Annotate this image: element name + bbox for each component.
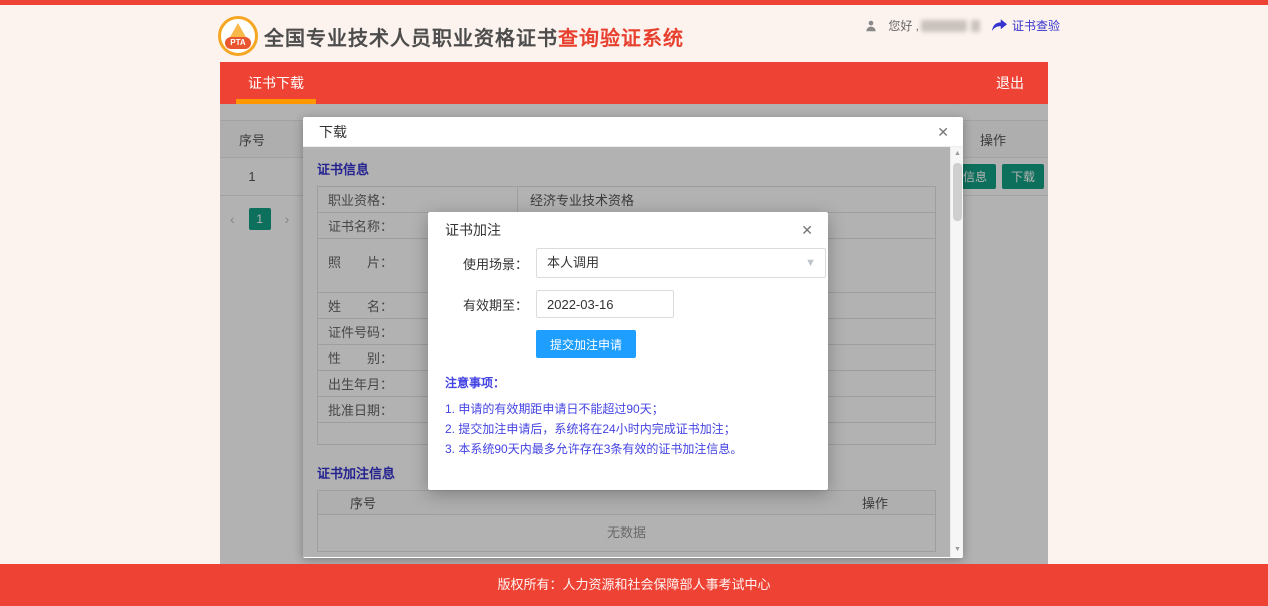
expiry-label: 有效期至： xyxy=(428,295,528,314)
note-item-1: 1. 申请的有效期距申请日不能超过90天； xyxy=(445,399,828,419)
chevron-down-icon: ▼ xyxy=(805,249,816,277)
expiry-row: 有效期至： xyxy=(428,290,828,318)
download-modal: 下载 ✕ 证书信息 职业资格： 经济专业技术资格 证书名称： 助理人力资源管理师… xyxy=(303,117,963,558)
page-title-main: 全国专业技术人员职业资格证书 xyxy=(264,28,558,50)
download-modal-title: 下载 xyxy=(319,124,347,140)
scene-selected-value: 本人调用 xyxy=(547,255,599,270)
scene-row: 使用场景： 本人调用 ▼ xyxy=(428,248,828,278)
annotation-modal-close-icon[interactable]: ✕ xyxy=(801,212,813,248)
page-header: PTA 全国专业技术人员职业资格证书查询验证系统 您好 , 证书查验 xyxy=(0,5,1268,62)
user-icon xyxy=(864,19,878,33)
note-item-2: 2. 提交加注申请后，系统将在24小时内完成证书加注； xyxy=(445,419,828,439)
logo-badge: PTA xyxy=(225,37,251,49)
footer: 版权所有：人力资源和社会保障部人事考试中心 xyxy=(0,564,1268,606)
notes-section: 注意事项： 1. 申请的有效期距申请日不能超过90天； 2. 提交加注申请后，系… xyxy=(445,374,828,459)
tab-certificate-download[interactable]: 证书下载 xyxy=(220,62,332,104)
copyright-text: 版权所有：人力资源和社会保障部人事考试中心 xyxy=(497,577,770,592)
modal-scrollbar[interactable]: ▲ ▼ xyxy=(950,147,963,557)
expiry-date-input[interactable] xyxy=(536,290,674,318)
page-title: 全国专业技术人员职业资格证书查询验证系统 xyxy=(264,22,684,51)
certificate-verify-link[interactable]: 证书查验 xyxy=(1012,17,1060,34)
submit-annotation-button[interactable]: 提交加注申请 xyxy=(536,330,636,358)
logout-button[interactable]: 退出 xyxy=(972,62,1048,104)
scrollbar-down-icon[interactable]: ▼ xyxy=(951,543,963,557)
redacted-username xyxy=(921,20,967,32)
pta-logo-icon: PTA xyxy=(218,16,258,56)
scrollbar-thumb[interactable] xyxy=(953,163,962,221)
brand: PTA 全国专业技术人员职业资格证书查询验证系统 xyxy=(218,16,684,56)
share-arrow-icon xyxy=(992,19,1007,32)
annotation-modal: 证书加注 ✕ 使用场景： 本人调用 ▼ 有效期至： 提交加注申请 xyxy=(428,212,828,490)
notes-heading: 注意事项： xyxy=(445,374,828,391)
annotation-modal-title: 证书加注 xyxy=(445,222,501,238)
annotation-form: 使用场景： 本人调用 ▼ 有效期至： 提交加注申请 xyxy=(428,248,828,358)
main-nav: 证书下载 退出 xyxy=(220,62,1048,104)
redacted-username-suffix xyxy=(971,20,980,32)
greeting-text: 您好 , xyxy=(888,17,919,34)
user-area: 您好 , 证书查验 xyxy=(864,17,1060,34)
submit-row: 提交加注申请 xyxy=(428,330,828,358)
download-modal-header: 下载 ✕ xyxy=(303,117,963,147)
content-area: 序号 操作 1 证书信息 下载 ‹ 1 › 5条/页 下载 ✕ 证书信息 xyxy=(220,104,1048,564)
scrollbar-up-icon[interactable]: ▲ xyxy=(951,147,963,161)
scene-select[interactable]: 本人调用 ▼ xyxy=(536,248,826,278)
annotation-modal-header: 证书加注 ✕ xyxy=(428,212,828,248)
page-title-accent: 查询验证系统 xyxy=(558,28,684,50)
note-item-3: 3. 本系统90天内最多允许存在3条有效的证书加注信息。 xyxy=(445,439,828,459)
scene-label: 使用场景： xyxy=(428,254,528,273)
download-modal-close-icon[interactable]: ✕ xyxy=(937,117,949,147)
